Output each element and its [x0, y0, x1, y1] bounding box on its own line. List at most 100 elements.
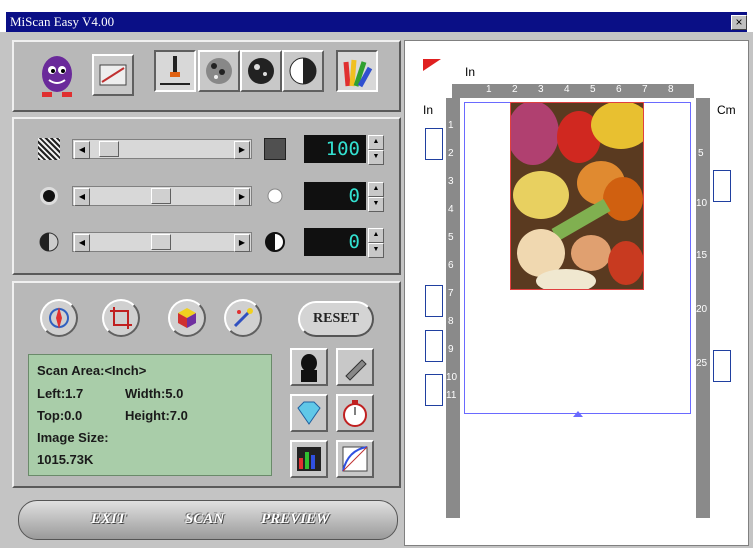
color-cube-icon — [178, 308, 196, 328]
left-handle-tag[interactable] — [425, 285, 443, 317]
ruler-tick: 1 — [448, 120, 454, 131]
slider-left-arrow[interactable]: ◀ — [74, 188, 90, 206]
black-white-icon — [289, 57, 317, 85]
ruler-tick: 8 — [668, 84, 674, 95]
lineart-mode-button[interactable] — [154, 50, 196, 92]
slider-right-arrow[interactable]: ▶ — [234, 234, 250, 252]
curve-icon — [342, 446, 368, 472]
right-handle-tag[interactable] — [713, 170, 731, 202]
resolution-spinner[interactable]: ▲ ▼ — [368, 135, 384, 165]
right-handle-tag[interactable] — [713, 350, 731, 382]
crop-button[interactable] — [102, 299, 140, 337]
color-mode-button[interactable] — [336, 50, 378, 92]
magic-wand-icon — [233, 308, 253, 328]
slider-right-arrow[interactable]: ▶ — [234, 188, 250, 206]
ruler-tick: 6 — [616, 84, 622, 95]
ruler-tick: 15 — [696, 250, 708, 261]
origin-marker-icon[interactable] — [423, 59, 441, 71]
ruler-tick: 6 — [448, 260, 454, 271]
left-handle-tag[interactable] — [425, 128, 443, 160]
magic-wand-button[interactable] — [224, 299, 262, 337]
vegetables-photo — [511, 103, 643, 289]
slider-right-arrow[interactable]: ▶ — [234, 141, 250, 159]
right-ruler: 5 10 15 20 25 — [696, 98, 710, 518]
color-cube-button[interactable] — [168, 299, 206, 337]
resolution-high-icon — [264, 138, 286, 160]
brightness-high-icon — [264, 185, 286, 207]
brightness-slider[interactable]: ◀ ▶ — [72, 186, 252, 206]
color-fan-icon — [343, 59, 373, 88]
slider-thumb[interactable] — [99, 141, 119, 157]
timer-button[interactable] — [336, 394, 374, 432]
silhouette-button[interactable] — [290, 348, 328, 386]
reset-button[interactable]: RESET — [298, 301, 374, 337]
ruler-tick: 1 — [486, 84, 492, 95]
resolution-slider[interactable]: ◀ ▶ — [72, 139, 252, 159]
compass-icon — [49, 307, 69, 329]
spin-down[interactable]: ▼ — [368, 197, 384, 212]
halftone-mode-button[interactable] — [198, 50, 240, 92]
spin-up[interactable]: ▲ — [368, 135, 384, 150]
preview-image[interactable] — [510, 102, 644, 290]
bw-mode-button[interactable] — [282, 50, 324, 92]
height-value: Height:7.0 — [125, 408, 188, 423]
spin-up[interactable]: ▲ — [368, 182, 384, 197]
ruler-tick: 20 — [696, 304, 708, 315]
scan-button[interactable]: SCAN — [185, 511, 224, 528]
spin-down[interactable]: ▼ — [368, 243, 384, 258]
exit-button[interactable]: EXIT — [91, 511, 126, 528]
slider-thumb[interactable] — [151, 188, 171, 204]
ruler-tick: 3 — [538, 84, 544, 95]
ruler-tick: 8 — [448, 316, 454, 327]
footer-bar: EXIT SCAN PREVIEW — [18, 500, 398, 540]
left-handle-tag[interactable] — [425, 374, 443, 406]
ruler-tick: 2 — [448, 148, 454, 159]
ruler-tick: 7 — [642, 84, 648, 95]
spin-down[interactable]: ▼ — [368, 150, 384, 165]
histogram-icon — [297, 447, 321, 471]
stopwatch-icon — [343, 400, 367, 427]
resize-handle-icon[interactable] — [573, 411, 583, 417]
ruler-tick: 25 — [696, 358, 708, 369]
adjust-panel: ◀ ▶ 100 ▲ ▼ ◀ ▶ 0 ▲ ▼ ◀ ▶ 0 ▲ ▼ — [12, 117, 401, 275]
brightness-spinner[interactable]: ▲ ▼ — [368, 182, 384, 212]
ruler-tick: 11 — [446, 390, 457, 401]
ruler-tick: 4 — [564, 84, 570, 95]
top-value: Top:0.0 — [37, 408, 83, 423]
contrast-low-icon — [38, 231, 60, 253]
halftone-icon — [206, 58, 232, 84]
left-handle-tag[interactable] — [425, 330, 443, 362]
slider-left-arrow[interactable]: ◀ — [74, 141, 90, 159]
ruler-tick: 5 — [590, 84, 596, 95]
top-ruler: 1 2 3 4 5 6 7 8 — [452, 84, 694, 98]
left-value: Left:1.7 — [37, 386, 84, 401]
ruler-tick: 9 — [448, 344, 454, 355]
ruler-tick: 10 — [696, 198, 708, 209]
spin-up[interactable]: ▲ — [368, 228, 384, 243]
left-unit-label: In — [423, 103, 434, 117]
contrast-slider[interactable]: ◀ ▶ — [72, 232, 252, 252]
left-ruler: 1 2 3 4 5 6 7 8 9 10 11 — [446, 98, 460, 518]
contrast-spinner[interactable]: ▲ ▼ — [368, 228, 384, 258]
ruler-tick: 10 — [446, 372, 458, 383]
top-unit-label: In — [465, 65, 476, 79]
scan-area-label: Scan Area:<Inch> — [37, 363, 147, 378]
close-button[interactable]: × — [731, 15, 747, 30]
ruler-tick: 3 — [448, 176, 454, 187]
slider-thumb[interactable] — [151, 234, 171, 250]
slider-left-arrow[interactable]: ◀ — [74, 234, 90, 252]
gamma-curve-button[interactable] — [336, 440, 374, 478]
sharpen-button[interactable] — [290, 394, 328, 432]
resolution-low-icon — [38, 138, 60, 160]
mascot-icon[interactable] — [34, 50, 80, 100]
scanner-settings-button[interactable] — [92, 54, 134, 96]
ruler-tick: 2 — [512, 84, 518, 95]
histogram-button[interactable] — [290, 440, 328, 478]
gray-mode-button[interactable] — [240, 50, 282, 92]
preview-button[interactable]: PREVIEW — [261, 511, 329, 528]
image-size-value: 1015.73K — [37, 452, 94, 467]
brightness-low-icon — [38, 185, 60, 207]
hand-scan-button[interactable] — [336, 348, 374, 386]
scanner-icon — [99, 64, 127, 86]
auto-adjust-button[interactable] — [40, 299, 78, 337]
